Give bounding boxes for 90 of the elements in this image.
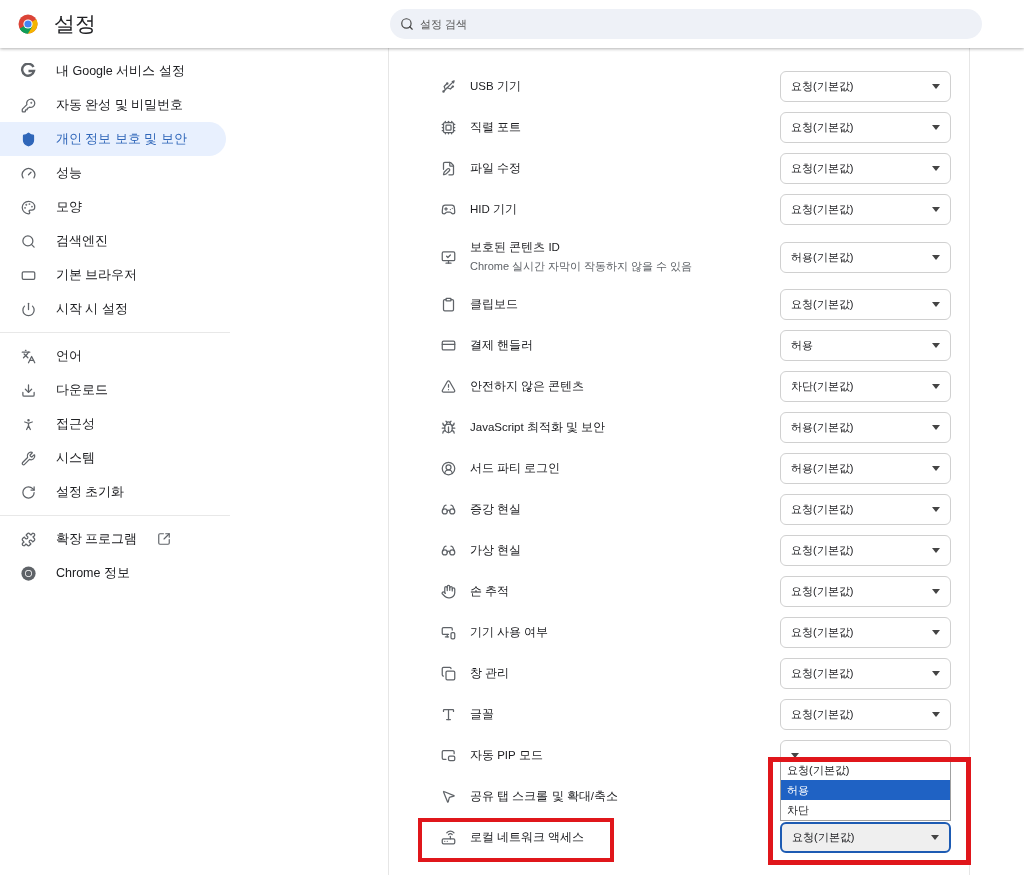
sidebar-label: 개인 정보 보호 및 보안 — [56, 130, 187, 148]
sidebar-label: 확장 프로그램 — [56, 530, 138, 548]
select-value: 요청(기본값) — [791, 202, 854, 218]
permission-label: 공유 탭 스크롤 및 확대/축소 — [470, 788, 618, 804]
page-title: 설정 — [54, 11, 96, 38]
sidebar-item[interactable]: 기본 브라우저 — [0, 258, 226, 292]
permission-select[interactable]: 허용 — [780, 330, 951, 361]
select-value: 허용(기본값) — [791, 249, 854, 265]
permission-label: JavaScript 최적화 및 보안 — [470, 419, 606, 435]
search-input[interactable]: 설정 검색 — [420, 15, 972, 33]
sidebar-label: 자동 완성 및 비밀번호 — [56, 96, 184, 114]
sidebar-label: 접근성 — [56, 415, 95, 433]
permission-label: 가상 현실 — [470, 542, 522, 558]
dropdown-option[interactable]: 요청(기본값) — [781, 760, 950, 780]
select-value: 차단(기본값) — [791, 379, 854, 395]
sidebar-item[interactable]: Chrome 정보 — [0, 556, 226, 590]
permission-label: 손 추적 — [470, 583, 510, 599]
permission-label: 로컬 네트워크 액세스 — [470, 829, 585, 845]
sidebar-label: 설정 초기화 — [56, 483, 125, 501]
dropdown-option[interactable]: 허용 — [781, 780, 950, 800]
sidebar-label: 시작 시 설정 — [56, 300, 128, 318]
permission-select[interactable]: 요청(기본값) — [780, 153, 951, 184]
permission-select[interactable]: 요청(기본값) — [780, 617, 951, 648]
sidebar-label: 성능 — [56, 164, 82, 182]
select-value: 허용 — [791, 338, 813, 354]
permission-select[interactable]: 요청(기본값) — [780, 112, 951, 143]
permission-label: 증강 현실 — [470, 501, 522, 517]
sidebar-label: 검색엔진 — [56, 232, 108, 250]
select-value: 요청(기본값) — [791, 120, 854, 136]
sidebar-label: 내 Google 서비스 설정 — [56, 62, 185, 80]
sidebar-item[interactable]: 성능 — [0, 156, 226, 190]
select-value: 요청(기본값) — [791, 79, 854, 95]
permission-select[interactable]: 허용(기본값) — [780, 453, 951, 484]
sidebar-label: 다운로드 — [56, 381, 108, 399]
select-value: 요청(기본값) — [791, 543, 854, 559]
sidebar-label: Chrome 정보 — [56, 564, 130, 582]
select-value: 요청(기본값) — [791, 625, 854, 641]
sidebar-item[interactable]: 시스템 — [0, 441, 226, 475]
permission-select[interactable]: 요청(기본값) — [780, 194, 951, 225]
permission-label: 기기 사용 여부 — [470, 624, 549, 640]
permission-select[interactable]: 요청(기본값) — [780, 699, 951, 730]
select-value: 요청(기본값) — [791, 297, 854, 313]
sidebar-item[interactable]: 설정 초기화 — [0, 475, 226, 509]
select-value: 요청(기본값) — [791, 584, 854, 600]
sidebar-item[interactable]: 확장 프로그램 — [0, 522, 226, 556]
sidebar-label: 시스템 — [56, 449, 95, 467]
sidebar-item[interactable]: 개인 정보 보호 및 보안 — [0, 122, 226, 156]
permission-label: 창 관리 — [470, 665, 510, 681]
sidebar-item[interactable]: 내 Google 서비스 설정 — [0, 54, 226, 88]
permission-label: 결제 핸들러 — [470, 337, 534, 353]
sidebar-item[interactable]: 언어 — [0, 339, 226, 373]
permission-label: 파일 수정 — [470, 160, 522, 176]
permission-description: Chrome 실시간 자막이 작동하지 않을 수 있음 — [470, 259, 693, 275]
permission-select[interactable]: 허용(기본값) — [780, 241, 951, 273]
permission-select[interactable]: 요청(기본값) — [780, 822, 951, 853]
sidebar-label: 모양 — [56, 198, 82, 216]
sidebar-item[interactable]: 자동 완성 및 비밀번호 — [0, 88, 226, 122]
sidebar-item[interactable]: 접근성 — [0, 407, 226, 441]
select-value: 요청(기본값) — [791, 666, 854, 682]
permission-select[interactable]: 요청(기본값) — [780, 71, 951, 102]
dropdown-option[interactable]: 차단 — [781, 800, 950, 820]
select-value: 요청(기본값) — [791, 502, 854, 518]
search-field[interactable]: 설정 검색 — [390, 9, 982, 39]
sidebar-item[interactable]: 모양 — [0, 190, 226, 224]
select-value: 요청(기본값) — [792, 830, 855, 846]
permission-label: 글꼴 — [470, 706, 494, 722]
sidebar-item[interactable]: 다운로드 — [0, 373, 226, 407]
permission-select[interactable]: 요청(기본값) — [780, 494, 951, 525]
permission-label: 서드 파티 로그인 — [470, 460, 561, 476]
select-value: 요청(기본값) — [791, 161, 854, 177]
sidebar-label: 기본 브라우저 — [56, 266, 138, 284]
sidebar-label: 언어 — [56, 347, 82, 365]
permission-label: USB 기기 — [470, 78, 521, 94]
permission-label: 보호된 콘텐츠 ID — [470, 240, 560, 256]
select-value: 허용(기본값) — [791, 420, 854, 436]
sidebar-item[interactable]: 시작 시 설정 — [0, 292, 226, 326]
permission-select[interactable]: 허용(기본값) — [780, 412, 951, 443]
select-value: 요청(기본값) — [791, 707, 854, 723]
sidebar-item[interactable]: 검색엔진 — [0, 224, 226, 258]
permission-select[interactable]: 요청(기본값) — [780, 535, 951, 566]
permission-label: 직렬 포트 — [470, 119, 522, 135]
permission-select[interactable]: 요청(기본값) — [780, 576, 951, 607]
permission-label: 자동 PIP 모드 — [470, 747, 543, 763]
permission-label: 안전하지 않은 콘텐츠 — [470, 378, 585, 394]
permission-label: 클립보드 — [470, 296, 518, 312]
permission-select[interactable]: 요청(기본값) — [780, 658, 951, 689]
permission-select[interactable]: 요청(기본값) — [780, 289, 951, 320]
select-value: 허용(기본값) — [791, 461, 854, 477]
permission-select[interactable]: 차단(기본값) — [780, 371, 951, 402]
permission-label: HID 기기 — [470, 201, 517, 217]
